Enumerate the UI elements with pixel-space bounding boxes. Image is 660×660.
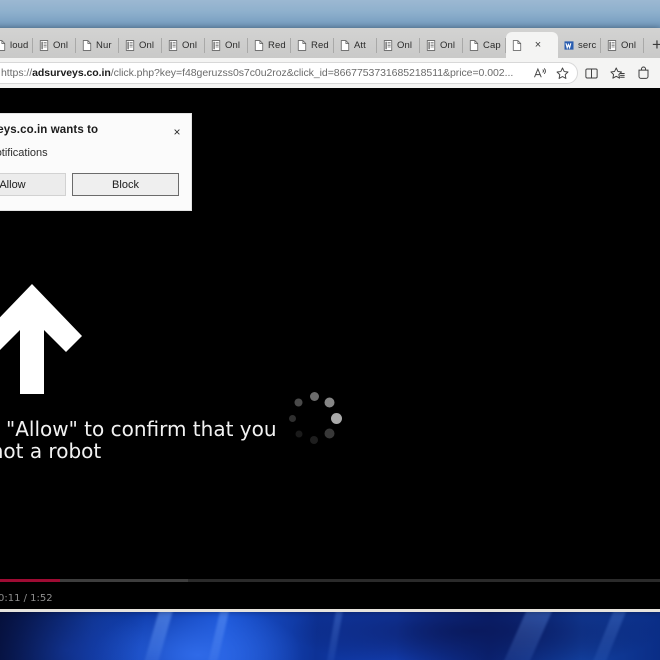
tab-title: Onl — [621, 39, 637, 51]
tab-title: Nur — [96, 39, 112, 51]
wallpaper-ribbon — [138, 612, 176, 660]
permission-dialog-header: adsurveys.co.in wants to × — [0, 114, 191, 140]
url-prefix: https:// — [1, 67, 33, 79]
browser-tab[interactable]: Red — [291, 32, 334, 58]
browser-tab[interactable]: loud — [0, 32, 33, 58]
close-icon[interactable]: × — [169, 124, 185, 140]
window-bottom-edge — [0, 609, 660, 612]
document-icon — [125, 39, 135, 51]
browser-tab[interactable]: Att — [334, 32, 377, 58]
wallpaper-ribbon — [322, 612, 345, 660]
video-time-display: 0:11 / 1:52 — [0, 593, 53, 604]
document-icon — [426, 39, 436, 51]
tab-strip: loud Onl Nur Onl Onl Onl Red Red Att Onl… — [0, 28, 660, 58]
page-icon — [0, 39, 6, 51]
page-icon — [297, 39, 307, 51]
tab-title: Onl — [397, 39, 413, 51]
browser-tab[interactable]: Red — [248, 32, 291, 58]
loading-spinner — [282, 386, 346, 450]
tab-title: loud — [10, 39, 29, 51]
new-tab-button[interactable]: + — [644, 32, 660, 58]
favorite-star-icon[interactable] — [551, 63, 573, 83]
tab-close-icon[interactable]: × — [531, 38, 545, 52]
tab-title: Onl — [139, 39, 155, 51]
document-icon — [383, 39, 393, 51]
browser-tab-active[interactable]: × — [506, 32, 558, 58]
document-icon — [168, 39, 178, 51]
page-icon — [469, 39, 479, 51]
permission-dialog-actions: Allow Block — [0, 173, 191, 210]
document-icon — [39, 39, 49, 51]
page-icon — [512, 39, 522, 51]
screen: loud Onl Nur Onl Onl Onl Red Red Att Onl… — [0, 0, 660, 660]
page-icon — [340, 39, 350, 51]
tab-title: Red — [311, 39, 329, 51]
block-button[interactable]: Block — [72, 173, 179, 196]
video-progress-played — [0, 579, 61, 582]
browser-tab[interactable]: Nur — [76, 32, 119, 58]
robot-text-line-2: are not a robot — [0, 439, 102, 463]
robot-text-line-1: Click "Allow" to confirm that you — [0, 417, 277, 441]
permission-dialog-title: adsurveys.co.in wants to — [0, 124, 99, 136]
notification-permission-dialog: adsurveys.co.in wants to × Show notifica… — [0, 113, 192, 211]
browser-toolbar: https://adsurveys.co.in/click.php?key=f4… — [0, 58, 660, 88]
permission-dialog-body: Show notifications — [0, 147, 48, 159]
browser-essentials-icon[interactable] — [630, 60, 656, 86]
browser-tab[interactable]: Onl — [33, 32, 76, 58]
browser-tab[interactable]: Cap — [463, 32, 506, 58]
wallpaper-ribbon — [582, 612, 631, 660]
up-arrow-icon — [0, 280, 86, 403]
tab-title: Cap — [483, 39, 501, 51]
address-bar-url: https://adsurveys.co.in/click.php?key=f4… — [1, 67, 529, 79]
browser-tab[interactable]: Onl — [162, 32, 205, 58]
browser-tab[interactable]: Onl — [601, 32, 644, 58]
tab-title: Onl — [53, 39, 69, 51]
w-favicon — [564, 40, 574, 50]
desktop-top-strip — [0, 0, 660, 28]
tab-title: Onl — [182, 39, 198, 51]
browser-tab[interactable]: Onl — [420, 32, 463, 58]
collections-icon[interactable] — [604, 60, 630, 86]
document-icon — [607, 39, 617, 51]
wallpaper-ribbon — [491, 612, 559, 660]
document-icon — [211, 39, 221, 51]
wallpaper-ribbon — [202, 612, 231, 660]
tab-title: Att — [354, 39, 366, 51]
allow-button[interactable]: Allow — [0, 173, 66, 196]
robot-confirmation-text: Click "Allow" to confirm that you are no… — [0, 418, 277, 462]
browser-tab[interactable]: Onl — [119, 32, 162, 58]
read-aloud-icon[interactable] — [529, 63, 551, 83]
tab-title: serc — [578, 39, 597, 51]
tab-title: Red — [268, 39, 286, 51]
split-screen-icon[interactable] — [578, 60, 604, 86]
page-icon — [254, 39, 264, 51]
browser-tab[interactable]: Onl — [377, 32, 420, 58]
page-icon — [82, 39, 92, 51]
browser-window: loud Onl Nur Onl Onl Onl Red Red Att Onl… — [0, 28, 660, 612]
browser-tab[interactable]: Onl — [205, 32, 248, 58]
address-bar[interactable]: https://adsurveys.co.in/click.php?key=f4… — [0, 62, 578, 84]
tab-title: Onl — [440, 39, 456, 51]
tab-separator — [643, 38, 644, 53]
browser-tab[interactable]: serc — [558, 32, 601, 58]
tab-title: Onl — [225, 39, 241, 51]
desktop-wallpaper-bottom — [0, 612, 660, 660]
url-domain: adsurveys.co.in — [32, 67, 111, 79]
url-path: /click.php?key=f48geruzss0s7c0u2roz&clic… — [110, 67, 514, 79]
video-progress-bar[interactable] — [0, 579, 660, 582]
